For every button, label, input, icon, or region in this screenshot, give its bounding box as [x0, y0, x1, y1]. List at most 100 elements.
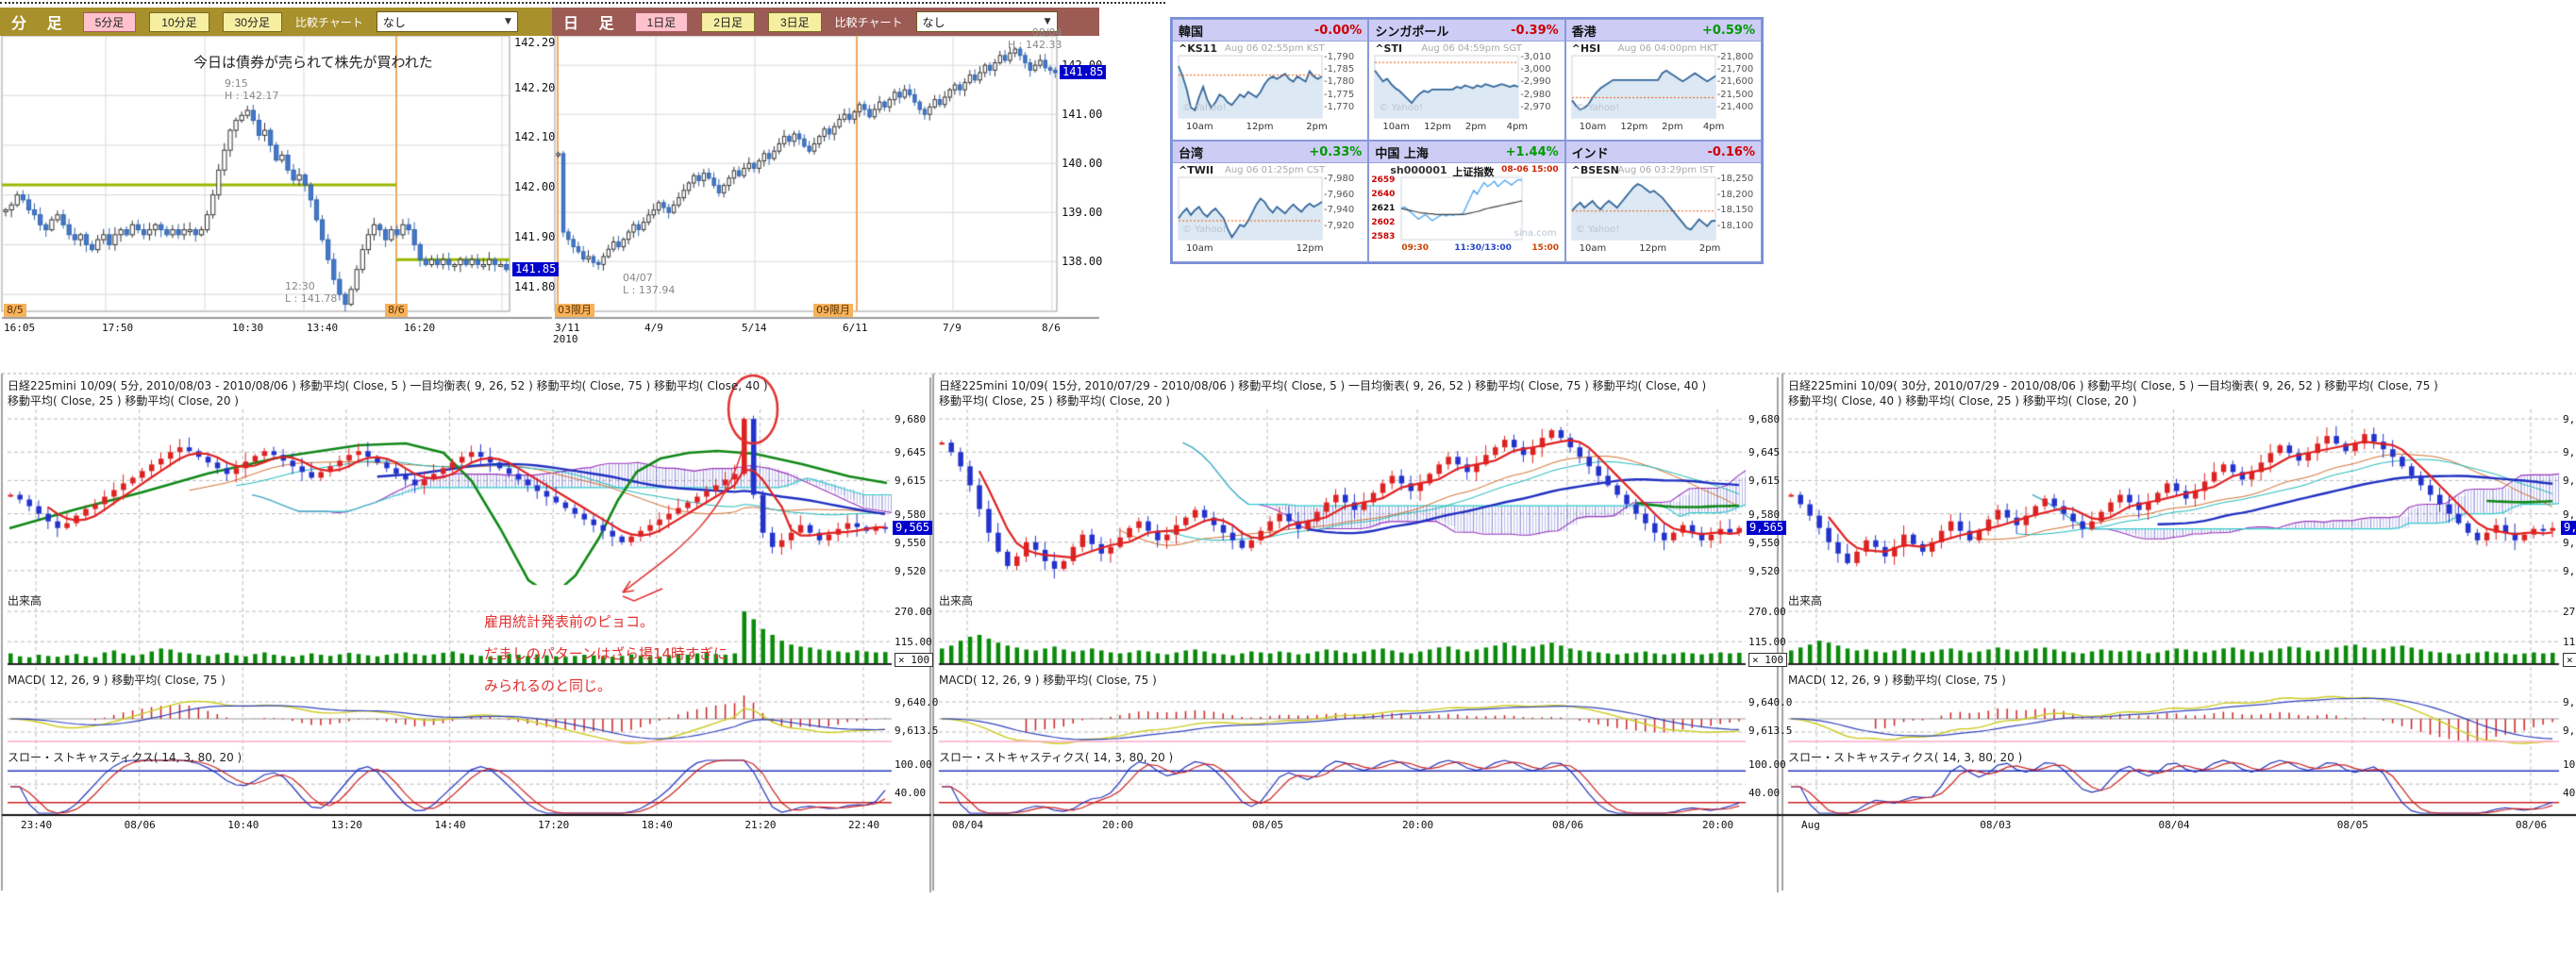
intraday-time-label: 17:20 [538, 819, 569, 831]
minute-price-axis-label: 142.20 [514, 81, 555, 94]
index-timestamp: 08-06 15:00 [1501, 165, 1559, 175]
intraday-time-label: Aug [1801, 819, 1820, 831]
stochastics-panel-label: スロー・ストキャスティクス( 14, 3, 80, 20 ) [8, 749, 242, 765]
intraday-time-label: 21:20 [744, 819, 776, 831]
index-change-percent: +0.33% [1309, 145, 1362, 159]
index-x-label: 4pm [1507, 122, 1528, 132]
minute-timeframe-button-2[interactable]: 30分足 [223, 12, 282, 32]
index-symbol: ^TWII [1179, 164, 1213, 176]
index-y-label: -7,940 [1324, 205, 1354, 215]
index-change-percent: +0.59% [1702, 24, 1755, 38]
daily-timeframe-button-2[interactable]: 3日足 [768, 12, 822, 32]
intraday-stoch-axis-label: 100.00 [2563, 758, 2576, 771]
daily-time-label: 7/9 [943, 322, 962, 334]
index-y-label: -1,775 [1324, 90, 1354, 100]
index-cell-twii[interactable]: 台湾+0.33%^TWIIAug 06 01:25pm CST-7,980-7,… [1172, 141, 1368, 262]
minute-timeframe-button-1[interactable]: 10分足 [149, 12, 209, 32]
minute-time-label: 17:50 [102, 322, 133, 334]
daily-timeframe-button-1[interactable]: 2日足 [701, 12, 755, 32]
intraday-volume-axis-label: 115.00 [1748, 636, 1786, 648]
intraday-stoch-axis-label: 100.00 [1748, 758, 1786, 771]
intraday-time-label: 20:00 [1702, 819, 1733, 831]
index-y-label: -2,990 [1520, 76, 1550, 87]
index-y-label: -18,150 [1717, 205, 1754, 215]
index-cell-header: 韓国-0.00% [1173, 20, 1367, 42]
intraday-chart-legend: 移動平均( Close, 25 ) 移動平均( Close, 20 ) [939, 392, 1170, 408]
minute-session-label: 8/6 [385, 304, 408, 317]
intraday-volume-axis-label: 270.00 [895, 606, 932, 618]
index-name: 韓国 [1179, 22, 1203, 40]
intraday-macd-axis-label: 9,640.0 [1748, 696, 1792, 708]
index-x-label: 10am [1580, 122, 1607, 132]
intraday-stoch-axis-label: 100.00 [895, 758, 932, 771]
index-symbol: sh000001 [1390, 164, 1447, 176]
index-cell-header: 台湾+0.33% [1173, 142, 1367, 163]
intraday-volume-axis-label: 270.00 [2563, 606, 2576, 618]
minute-chart-note: 今日は債券が売られて株先が買われた [193, 52, 433, 72]
index-x-label: 12pm [1639, 243, 1666, 254]
minute-chart-header: 分 足 5分足10分足30分足比較チャートなし▼ [0, 8, 552, 36]
intraday-macd-axis-label: 9,640.0 [2563, 696, 2576, 708]
index-y-label: 2640 [1371, 190, 1395, 199]
index-y-label: 2583 [1371, 232, 1395, 242]
intraday-time-label: 08/04 [952, 819, 983, 831]
volume-panel-label: 出来高 [8, 592, 42, 608]
index-cell-ks11[interactable]: 韓国-0.00%^KS11Aug 06 02:55pm KST-1,790-1,… [1172, 19, 1368, 141]
index-y-label: -7,920 [1324, 221, 1354, 231]
index-x-label: 12pm [1296, 243, 1324, 254]
daily-time-label: 8/6 [1042, 322, 1061, 334]
daily-price-axis-label: 141.00 [1062, 108, 1102, 121]
macd-panel-label: MACD( 12, 26, 9 ) 移動平均( Close, 75 ) [939, 672, 1157, 688]
index-y-label: -1,770 [1324, 102, 1354, 112]
intraday-price-axis-label: 9,680 [1748, 413, 1780, 425]
minute-compare-dropdown[interactable]: なし▼ [376, 11, 518, 32]
intraday-time-label: 14:40 [435, 819, 466, 831]
index-y-label: -1,785 [1324, 64, 1354, 75]
minute-time-label: 10:30 [232, 322, 263, 334]
intraday-macd-axis-label: 9,613.5 [1748, 724, 1792, 737]
intraday-price-axis-label: 9,645 [2563, 446, 2576, 458]
top-dotted-divider [0, 2, 1165, 4]
index-name: シンガポール [1375, 22, 1448, 40]
index-y-label: -21,500 [1717, 90, 1754, 100]
daily-compare-label: 比較チャート [835, 14, 903, 30]
intraday-time-label: 20:00 [1102, 819, 1133, 831]
intraday-time-label: 08/03 [1980, 819, 2011, 831]
minute-price-axis-label: 142.29 [514, 36, 555, 49]
minute-time-label: 16:20 [404, 322, 435, 334]
index-x-label: 2pm [1465, 122, 1486, 132]
index-cell-hsi[interactable]: 香港+0.59%^HSIAug 06 04:00pm HKT-21,800-21… [1565, 19, 1762, 141]
intraday-volume-axis-label: 270.00 [1748, 606, 1786, 618]
intraday-price-axis-label: 9,520 [895, 565, 926, 577]
index-symbol: ^BSESN [1572, 164, 1619, 176]
daily-price-axis-label: 139.00 [1062, 206, 1102, 219]
intraday-price-axis-label: 9,550 [895, 537, 926, 549]
chevron-down-icon: ▼ [505, 17, 511, 26]
index-cell-bsesn[interactable]: インド-0.16%^BSESNAug 06 03:29pm IST-18,250… [1565, 141, 1762, 262]
index-symbol: ^KS11 [1179, 42, 1217, 55]
index-x-label: 2pm [1699, 243, 1720, 254]
handwritten-annotation-text: だましのパターンはざら場14時すぎに [484, 643, 728, 663]
minute-timeframe-button-0[interactable]: 5分足 [83, 12, 137, 32]
index-timestamp: Aug 06 01:25pm CST [1225, 165, 1325, 175]
daily-timeframe-button-0[interactable]: 1日足 [635, 12, 689, 32]
index-y-label: -18,200 [1717, 190, 1754, 200]
intraday-price-axis-label: 9,680 [895, 413, 926, 425]
minute-high-annotation: 9:15 H : 142.17 [225, 77, 278, 102]
daily-contract-label: 03限月 [555, 304, 594, 317]
daily-price-axis-label: 140.00 [1062, 157, 1102, 170]
intraday-macd-axis-label: 9,613.5 [2563, 724, 2576, 737]
index-y-label: -7,960 [1324, 190, 1354, 200]
index-y-label: -2,980 [1520, 90, 1550, 100]
index-timestamp: Aug 06 02:55pm KST [1225, 43, 1325, 54]
volume-panel-label: 出来高 [939, 592, 973, 608]
intraday-price-axis-label: 9,520 [2563, 565, 2576, 577]
index-cell-sh000001[interactable]: 中国 上海+1.44%sh000001上证指数08-06 15:00265926… [1368, 141, 1564, 262]
index-y-label: -3,000 [1520, 64, 1550, 75]
daily-high-annotation: 08/04 H : 142.33 [1008, 26, 1062, 51]
index-title: 上证指数 [1452, 164, 1494, 179]
index-x-label: 12pm [1246, 122, 1274, 132]
yahoo-watermark: © Yahoo! [1182, 225, 1227, 235]
index-cell-sti[interactable]: シンガポール-0.39%^STIAug 06 04:59pm SGT-3,010… [1368, 19, 1564, 141]
index-change-percent: -0.39% [1511, 24, 1559, 38]
